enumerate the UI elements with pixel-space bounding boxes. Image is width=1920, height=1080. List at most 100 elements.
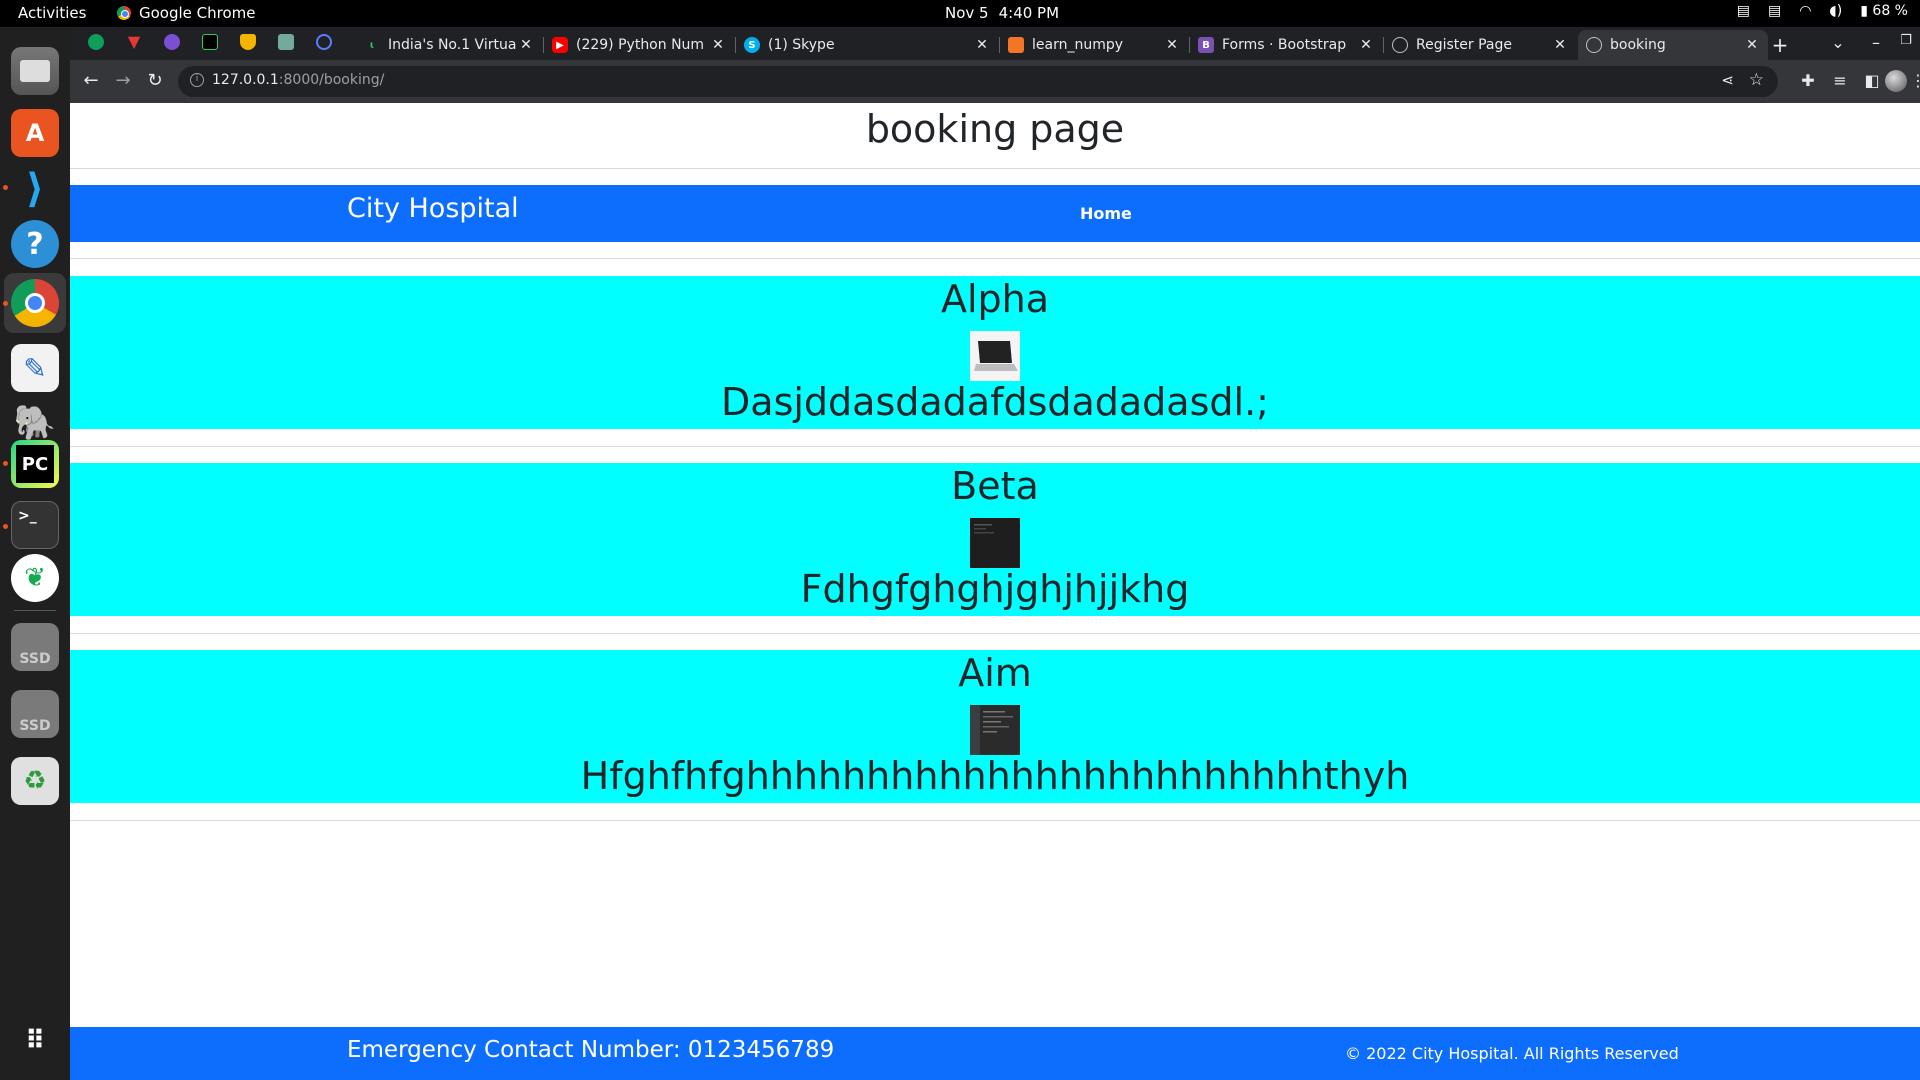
new-tab-icon[interactable]: + <box>1770 33 1790 57</box>
url-path: :8000/booking/ <box>278 72 385 88</box>
pycharm-icon[interactable]: PC <box>11 440 59 488</box>
forward-icon[interactable]: → <box>112 70 134 91</box>
tab-forms-bootstrap[interactable]: B Forms · Bootstrap ✕ <box>1190 30 1382 60</box>
divider <box>70 258 1920 259</box>
globe-icon <box>1392 37 1408 53</box>
youtube-icon: ▶ <box>552 37 568 53</box>
close-icon[interactable]: ✕ <box>1744 37 1760 53</box>
mongodb-compass-icon[interactable]: ❦ <box>11 554 59 602</box>
clock-date: Nov 5 <box>945 4 989 22</box>
skype-icon: S <box>744 37 760 53</box>
system-tray[interactable]: ▤ ▤ ◠ ◖) ▮ 68 % <box>1737 3 1908 19</box>
volume-icon[interactable]: ◖) <box>1829 3 1842 19</box>
software-store-icon[interactable]: A <box>11 109 59 157</box>
close-icon[interactable]: ✕ <box>974 37 990 53</box>
profile-avatar[interactable] <box>1885 70 1907 92</box>
dark-screenshot-image <box>970 518 1020 568</box>
item-name: Alpha <box>940 277 1050 321</box>
pinned-tab-icon[interactable] <box>316 34 332 50</box>
pinned-tab-icon[interactable] <box>164 34 180 50</box>
help-icon[interactable]: ? <box>11 220 59 268</box>
tab-booking[interactable]: booking ✕ <box>1578 30 1768 60</box>
tab-india-virtual[interactable]: ɩ India's No.1 Virtua ✕ <box>356 30 542 60</box>
close-icon[interactable]: ✕ <box>710 37 726 53</box>
vscode-icon[interactable]: ⟩ <box>11 165 59 213</box>
navbar-brand[interactable]: City Hospital <box>347 193 519 224</box>
divider <box>70 820 1920 821</box>
globe-icon <box>1586 37 1602 53</box>
item-description: Fdhgfghghjghjhjjkhg <box>800 567 1190 611</box>
booking-item-card: Beta Fdhgfghghjghjhjjkhg <box>70 463 1920 616</box>
divider <box>70 446 1920 447</box>
divider <box>70 633 1920 634</box>
ssd-drive-icon[interactable]: SSD <box>11 690 59 738</box>
tab-skype[interactable]: S (1) Skype ✕ <box>736 30 998 60</box>
clipboard-icon[interactable]: ▤ <box>1737 3 1750 19</box>
media-controls-icon[interactable]: ≡ <box>1830 71 1850 90</box>
system-top-bar: Activities Google Chrome Nov 5 4:40 PM ▤… <box>0 0 1920 27</box>
notebook-icon <box>1008 37 1024 53</box>
menu-kebab-icon[interactable]: ⋮ <box>1908 71 1920 90</box>
item-name: Beta <box>951 464 1039 508</box>
pinned-tab-hackerrank-icon[interactable] <box>202 34 218 50</box>
booking-item-card: Aim Hfghfhfghhhhhhhhhhhhhhhhhhhhhhhhthyh <box>70 650 1920 803</box>
trash-icon[interactable]: ♻ <box>11 757 59 805</box>
booking-item-card: Alpha Dasjddasdadafdsdadadasdl.; <box>70 276 1920 429</box>
close-icon[interactable]: ✕ <box>1552 37 1568 53</box>
page-title: booking page <box>865 107 1125 151</box>
show-apps-icon[interactable]: ⠿ <box>11 1017 59 1065</box>
clock[interactable]: Nov 5 4:40 PM <box>945 4 1059 22</box>
battery-level: 68 % <box>1872 3 1908 19</box>
back-icon[interactable]: ← <box>80 70 102 91</box>
text-editor-icon[interactable]: ✎ <box>11 344 59 392</box>
tab-strip: ▼ ɩ India's No.1 Virtua ✕ ▶ (229) Python… <box>70 27 1920 60</box>
pinned-tab-chatgpt-icon[interactable] <box>278 34 294 50</box>
wifi-icon[interactable]: ◠ <box>1799 3 1811 19</box>
pinned-tab-vivaldi-icon[interactable]: ▼ <box>126 34 142 50</box>
files-icon[interactable] <box>11 47 59 95</box>
close-icon[interactable]: ✕ <box>518 37 534 53</box>
minimize-icon[interactable]: – <box>1866 33 1886 52</box>
tab-python-numpy[interactable]: ▶ (229) Python Num ✕ <box>544 30 734 60</box>
battery-icon[interactable]: ▮ 68 % <box>1860 3 1908 19</box>
ssd-drive-icon[interactable]: SSD <box>11 623 59 671</box>
clipboard-icon[interactable]: ▤ <box>1768 3 1781 19</box>
extensions-icon[interactable]: ✚ <box>1798 71 1818 90</box>
tab-search-chevron-icon[interactable]: ⌄ <box>1828 33 1848 52</box>
footer: Emergency Contact Number: 0123456789 © 2… <box>70 1027 1920 1080</box>
laptop-image <box>970 331 1020 381</box>
reload-icon[interactable]: ↻ <box>144 70 166 91</box>
close-icon[interactable]: ✕ <box>1164 37 1180 53</box>
bootstrap-icon: B <box>1198 37 1214 53</box>
share-icon[interactable]: ⋖ <box>1721 71 1734 89</box>
divider <box>70 168 1920 169</box>
tab-register-page[interactable]: Register Page ✕ <box>1384 30 1576 60</box>
navbar: City Hospital Home <box>70 185 1920 242</box>
pinned-tab-whatsapp-icon[interactable] <box>88 34 104 50</box>
pinned-tab-shield-icon[interactable] <box>240 34 256 50</box>
bookmark-star-icon[interactable]: ☆ <box>1749 70 1764 90</box>
url-text[interactable]: 127.0.0.1:8000/booking/ <box>212 72 384 88</box>
side-panel-icon[interactable]: ◧ <box>1862 71 1882 90</box>
nav-link-home[interactable]: Home <box>1080 204 1132 223</box>
app-name: Google Chrome <box>139 4 256 22</box>
activities-button[interactable]: Activities <box>18 4 86 22</box>
copyright: © 2022 City Hospital. All Rights Reserve… <box>1345 1044 1679 1063</box>
chrome-icon[interactable] <box>11 279 59 327</box>
emergency-contact: Emergency Contact Number: 0123456789 <box>347 1037 835 1063</box>
app-menu[interactable]: Google Chrome <box>117 4 256 22</box>
terminal-icon[interactable]: >_ <box>11 501 59 549</box>
site-info-icon[interactable]: i <box>190 73 204 87</box>
item-description: Dasjddasdadafdsdadadasdl.; <box>721 380 1269 424</box>
clock-time: 4:40 PM <box>998 4 1060 22</box>
online-course-icon: ɩ <box>369 39 375 51</box>
code-screenshot-image <box>970 705 1020 755</box>
address-bar[interactable]: i 127.0.0.1:8000/booking/ ⋖ ☆ <box>178 66 1778 97</box>
close-icon[interactable]: ✕ <box>1358 37 1374 53</box>
restore-icon[interactable]: ❐ <box>1896 33 1916 48</box>
browser-toolbar: ← → ↻ i 127.0.0.1:8000/booking/ ⋖ ☆ ✚ ≡ … <box>70 60 1920 103</box>
item-description: Hfghfhfghhhhhhhhhhhhhhhhhhhhhhhhthyh <box>580 754 1410 798</box>
tab-learn-numpy[interactable]: learn_numpy ✕ <box>1000 30 1188 60</box>
url-host: 127.0.0.1 <box>212 72 279 88</box>
dock: A ⟩ ? ✎ 🐘 PC >_ ❦ SSD SSD ♻ ⠿ <box>0 27 70 1080</box>
